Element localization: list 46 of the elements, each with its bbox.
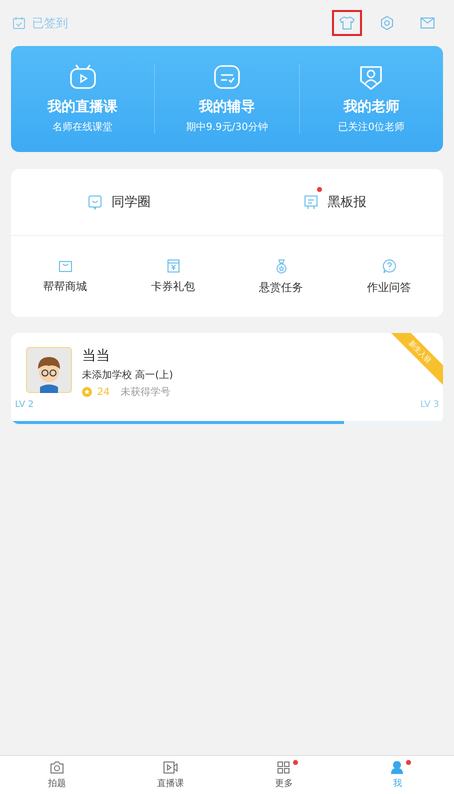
course-title: 我的辅导 bbox=[198, 98, 255, 116]
course-title: 我的老师 bbox=[343, 98, 400, 116]
next-level: LV 3 bbox=[420, 400, 439, 410]
question-bubble-icon bbox=[382, 258, 396, 274]
camera-icon bbox=[50, 760, 64, 774]
feature-link[interactable]: 黑板报 bbox=[227, 169, 443, 235]
checkin-label: 已签到 bbox=[32, 14, 68, 32]
service-link[interactable]: 帮帮商城 bbox=[11, 260, 119, 294]
board-icon bbox=[304, 194, 318, 210]
video-play-icon bbox=[162, 760, 178, 774]
nav-tab[interactable]: 更多 bbox=[227, 756, 340, 794]
school-grade: 未添加学校 高一(上) bbox=[82, 368, 173, 382]
course-subtitle: 已关注0位老师 bbox=[338, 120, 404, 134]
wardrobe-button[interactable] bbox=[332, 10, 362, 36]
service-label: 卡券礼包 bbox=[151, 279, 195, 294]
service-label: 作业问答 bbox=[367, 280, 411, 294]
feature-link[interactable]: 同学圈 bbox=[11, 169, 227, 235]
service-link[interactable]: 卡券礼包 bbox=[119, 259, 227, 294]
tv-play-icon bbox=[68, 64, 97, 90]
nav-tab[interactable]: 拍题 bbox=[0, 756, 114, 794]
course-title: 我的直播课 bbox=[48, 98, 118, 116]
checklist-icon bbox=[212, 64, 241, 90]
feature-label: 黑板报 bbox=[328, 194, 366, 211]
nav-tab[interactable]: 直播课 bbox=[114, 756, 227, 794]
service-link[interactable]: 悬赏任务 bbox=[227, 258, 335, 294]
coupon-icon bbox=[166, 259, 180, 273]
calendar-check-icon bbox=[12, 16, 26, 30]
course-subtitle: 名师在线课堂 bbox=[52, 120, 113, 134]
user-name: 当当 bbox=[82, 347, 111, 365]
course-subtitle: 期中9.9元/30分钟 bbox=[186, 120, 268, 134]
person-icon bbox=[391, 760, 404, 774]
grid-icon bbox=[277, 760, 290, 774]
coin-icon bbox=[82, 387, 92, 397]
service-label: 帮帮商城 bbox=[43, 278, 87, 294]
chat-smile-icon bbox=[88, 194, 102, 210]
service-link[interactable]: 作业问答 bbox=[335, 258, 443, 294]
shirt-icon bbox=[339, 16, 355, 30]
settings-icon bbox=[379, 15, 395, 31]
feature-label: 同学圈 bbox=[112, 194, 150, 211]
student-id-status: 未获得学号 bbox=[120, 386, 171, 399]
bag-icon bbox=[58, 260, 72, 272]
current-level: LV 2 bbox=[15, 400, 34, 410]
mail-icon bbox=[420, 17, 434, 29]
avatar-drawing bbox=[26, 347, 72, 393]
points-count: 24 bbox=[97, 386, 110, 398]
service-label: 悬赏任务 bbox=[259, 280, 303, 294]
